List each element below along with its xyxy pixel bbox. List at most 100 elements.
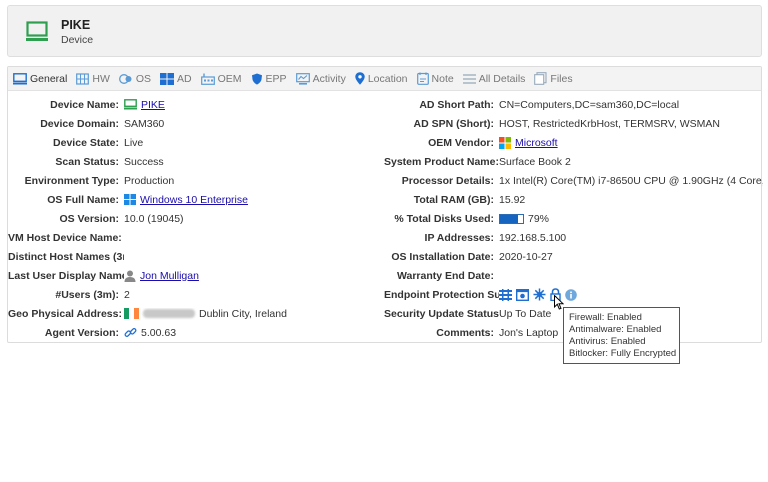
tab-hw[interactable]: HW — [76, 73, 110, 85]
oem-vendor-link[interactable]: Microsoft — [515, 137, 558, 149]
activity-icon — [295, 72, 310, 85]
device-monitor-icon — [26, 21, 48, 41]
antimalware-icon[interactable] — [516, 288, 529, 301]
detail-row: OS Installation Date: 2020-10-27 — [384, 247, 763, 266]
processor-details-value: 1x Intel(R) Core(TM) i7-8650U CPU @ 1.90… — [499, 174, 763, 187]
warranty-end-date-label: Warranty End Date: — [396, 269, 494, 282]
detail-row: Distinct Host Names (3m — [8, 247, 384, 266]
distinct-host-names-label: Distinct Host Names (3m — [8, 250, 124, 263]
tab-location[interactable]: Location — [355, 72, 408, 85]
os-full-name-link[interactable]: Windows 10 Enterprise — [140, 194, 248, 206]
endpoint-protection-tooltip: Firewall: Enabled Antimalware: Enabled A… — [563, 307, 680, 364]
total-ram-label: Total RAM (GB): — [413, 193, 494, 206]
hardware-icon — [76, 72, 90, 85]
user-icon — [124, 270, 136, 282]
tab-files[interactable]: Files — [534, 72, 573, 85]
detail-row: VM Host Device Name: — [8, 228, 384, 247]
note-icon — [416, 72, 429, 85]
tab-ad[interactable]: AD — [160, 72, 192, 85]
tab-general[interactable]: General — [13, 73, 67, 85]
disk-usage-fill — [500, 214, 519, 223]
ad-icon — [160, 72, 175, 85]
os-installation-date-value: 2020-10-27 — [499, 250, 553, 263]
link-chain-icon — [124, 328, 137, 337]
security-update-status-label: Security Update Status: — [384, 307, 499, 320]
detail-row: Device Name: PIKE — [8, 95, 384, 114]
tab-activity-label: Activity — [312, 72, 346, 85]
ip-addresses-value: 192.168.5.100 — [499, 231, 567, 244]
scan-status-value: Success — [124, 155, 164, 168]
detail-row: OS Full Name: Windows 10 Enterprise — [8, 190, 384, 209]
redacted-street — [143, 309, 195, 318]
antivirus-icon[interactable] — [533, 288, 546, 301]
tab-general-label: General — [30, 72, 68, 85]
left-details-column: Device Name: PIKE Device Domain: SAM360 … — [8, 95, 384, 342]
monitor-icon — [13, 72, 27, 84]
environment-type-value: Production — [124, 174, 175, 187]
tab-hw-label: HW — [92, 72, 110, 85]
tab-os[interactable]: OS — [118, 73, 151, 85]
detail-row: Endpoint Protection Sur — [384, 285, 763, 304]
last-user-label: Last User Display Name — [8, 269, 124, 282]
os-full-name-label: OS Full Name: — [47, 193, 119, 206]
tab-note-label: Note — [431, 72, 454, 85]
os-icon — [118, 73, 132, 84]
list-icon — [462, 73, 476, 84]
system-product-name-value: Surface Book 2 — [499, 155, 571, 168]
tab-ad-label: AD — [177, 72, 192, 85]
files-icon — [534, 72, 547, 85]
tab-oem-label: OEM — [217, 72, 242, 85]
detail-row: AD Short Path: CN=Computers,DC=sam360,DC… — [384, 95, 763, 114]
tab-all-details[interactable]: All Details — [462, 72, 526, 85]
os-version-label: OS Version: — [59, 212, 119, 225]
detail-row: Agent Version: 5.00.63 — [8, 323, 384, 342]
disks-used-label: % Total Disks Used: — [394, 212, 494, 225]
tab-oem[interactable]: OEM — [200, 72, 242, 85]
ad-spn-label: AD SPN (Short): — [413, 117, 495, 130]
last-user-link[interactable]: Jon Mulligan — [140, 270, 199, 282]
users-count-value: 2 — [124, 288, 130, 301]
tooltip-bitlocker-line: Bitlocker: Fully Encrypted — [569, 348, 677, 359]
firewall-icon[interactable] — [499, 288, 512, 301]
tab-bar: General HW OS AD OEM EPP Activity Locati… — [8, 67, 761, 91]
tab-activity[interactable]: Activity — [295, 72, 346, 85]
tab-epp[interactable]: EPP — [251, 73, 287, 85]
tab-note[interactable]: Note — [416, 72, 454, 85]
total-ram-value: 15.92 — [499, 193, 526, 206]
detail-row: OEM Vendor: Microsoft — [384, 133, 763, 152]
os-installation-date-label: OS Installation Date: — [391, 250, 494, 263]
ireland-flag-icon — [124, 308, 139, 319]
scan-status-label: Scan Status: — [55, 155, 119, 168]
tooltip-antimalware-line: Antimalware: Enabled — [569, 324, 662, 335]
detail-row: #Users (3m): 2 — [8, 285, 384, 304]
tab-location-label: Location — [367, 72, 408, 85]
detail-row: Scan Status: Success — [8, 152, 384, 171]
system-product-name-label: System Product Name: — [384, 155, 499, 168]
environment-type-label: Environment Type: — [24, 174, 119, 187]
vm-host-device-name-label: VM Host Device Name: — [8, 231, 122, 244]
geo-address-value: Dublin City, Ireland — [199, 307, 287, 320]
tab-epp-label: EPP — [265, 72, 287, 85]
detail-row: AD SPN (Short): HOST, RestrictedKrbHost,… — [384, 114, 763, 133]
geo-address-label: Geo Physical Address: — [8, 307, 122, 320]
oem-vendor-label: OEM Vendor: — [428, 136, 494, 149]
detail-row: OS Version: 10.0 (19045) — [8, 209, 384, 228]
detail-row: Geo Physical Address: Dublin City, Irela… — [8, 304, 384, 323]
device-name-link[interactable]: PIKE — [141, 99, 165, 111]
device-subtitle: Device — [61, 34, 94, 46]
info-icon[interactable] — [565, 288, 577, 301]
security-update-status-value: Up To Date — [499, 307, 552, 320]
disk-usage-bar — [499, 213, 524, 224]
windows-logo-icon — [124, 194, 136, 205]
device-title: PIKE — [61, 18, 91, 32]
ad-short-path-label: AD Short Path: — [419, 98, 494, 111]
detail-row: Warranty End Date: — [384, 266, 763, 285]
right-details-column: AD Short Path: CN=Computers,DC=sam360,DC… — [384, 95, 763, 342]
detail-row: % Total Disks Used: 79% — [384, 209, 763, 228]
endpoint-protection-label: Endpoint Protection Sur — [384, 288, 499, 301]
mouse-cursor-icon — [554, 295, 564, 310]
detail-row: Device State: Live — [8, 133, 384, 152]
detail-row: Last User Display Name Jon Mulligan — [8, 266, 384, 285]
device-name-label: Device Name: — [50, 98, 119, 111]
tab-all-details-label: All Details — [478, 72, 526, 85]
